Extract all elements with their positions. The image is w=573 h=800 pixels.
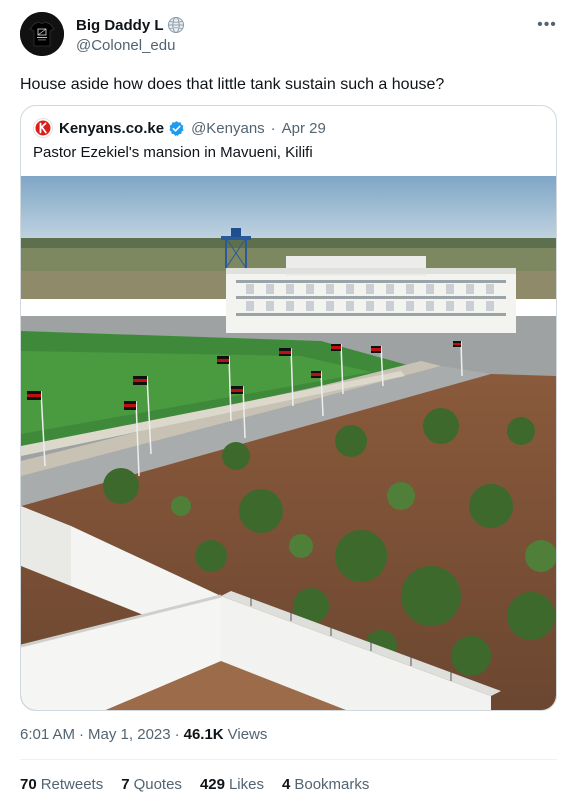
retweets-count: 70 xyxy=(20,776,37,793)
likes-stat[interactable]: 429 Likes xyxy=(200,776,264,793)
quoted-tweet-text: Pastor Ezekiel's mansion in Mavueni, Kil… xyxy=(33,144,313,161)
views-count: 46.1K xyxy=(183,726,224,743)
quotes-label: Quotes xyxy=(133,776,182,793)
retweets-label: Retweets xyxy=(40,776,104,793)
retweets-stat[interactable]: 70 Retweets xyxy=(20,776,103,793)
quotes-stat[interactable]: 7 Quotes xyxy=(121,776,182,793)
quoted-tweet[interactable]: Kenyans.co.ke @Kenyans · Apr 29 Pastor E… xyxy=(20,105,557,711)
avatar[interactable] xyxy=(20,12,64,56)
meta-separator: · xyxy=(174,726,180,743)
author-name-row: Big Daddy L xyxy=(76,16,185,34)
likes-label: Likes xyxy=(228,776,264,793)
author-handle[interactable]: @Colonel_edu xyxy=(76,37,175,54)
tweet-time[interactable]: 6:01 AM xyxy=(20,726,75,743)
more-icon: ••• xyxy=(537,16,557,33)
likes-count: 429 xyxy=(199,776,225,793)
quoted-author-name[interactable]: Kenyans.co.ke xyxy=(59,120,164,137)
quotes-count: 7 xyxy=(121,776,130,793)
tshirt-icon xyxy=(20,12,64,56)
more-options-button[interactable]: ••• xyxy=(534,12,560,38)
quoted-date[interactable]: Apr 29 xyxy=(282,120,326,137)
bookmarks-stat[interactable]: 4 Bookmarks xyxy=(282,776,369,793)
mansion-photo[interactable] xyxy=(21,176,557,711)
engagement-stats: 70 Retweets 7 Quotes 429 Likes 4 Bookmar… xyxy=(20,776,369,793)
tweet-text: House aside how does that little tank su… xyxy=(20,76,445,93)
tweet-timestamp-row: 6:01 AM · May 1, 2023 · 46.1K Views xyxy=(20,726,267,743)
quoted-author-handle[interactable]: @Kenyans xyxy=(191,120,265,137)
views-label: Views xyxy=(227,726,268,743)
author-display-name[interactable]: Big Daddy L xyxy=(76,17,164,34)
divider xyxy=(20,759,557,760)
kenyans-logo-icon xyxy=(33,118,53,138)
bookmarks-label: Bookmarks xyxy=(294,776,370,793)
verified-badge-icon xyxy=(169,120,184,136)
tweet-date[interactable]: May 1, 2023 xyxy=(88,726,171,743)
tweet-header: Big Daddy L @Colonel_edu ••• xyxy=(20,12,560,62)
bookmarks-count: 4 xyxy=(282,776,291,793)
quoted-tweet-header: Kenyans.co.ke @Kenyans · Apr 29 xyxy=(33,118,326,138)
globe-icon xyxy=(167,17,184,33)
meta-separator: · xyxy=(79,726,85,743)
quoted-separator: · xyxy=(270,119,276,137)
